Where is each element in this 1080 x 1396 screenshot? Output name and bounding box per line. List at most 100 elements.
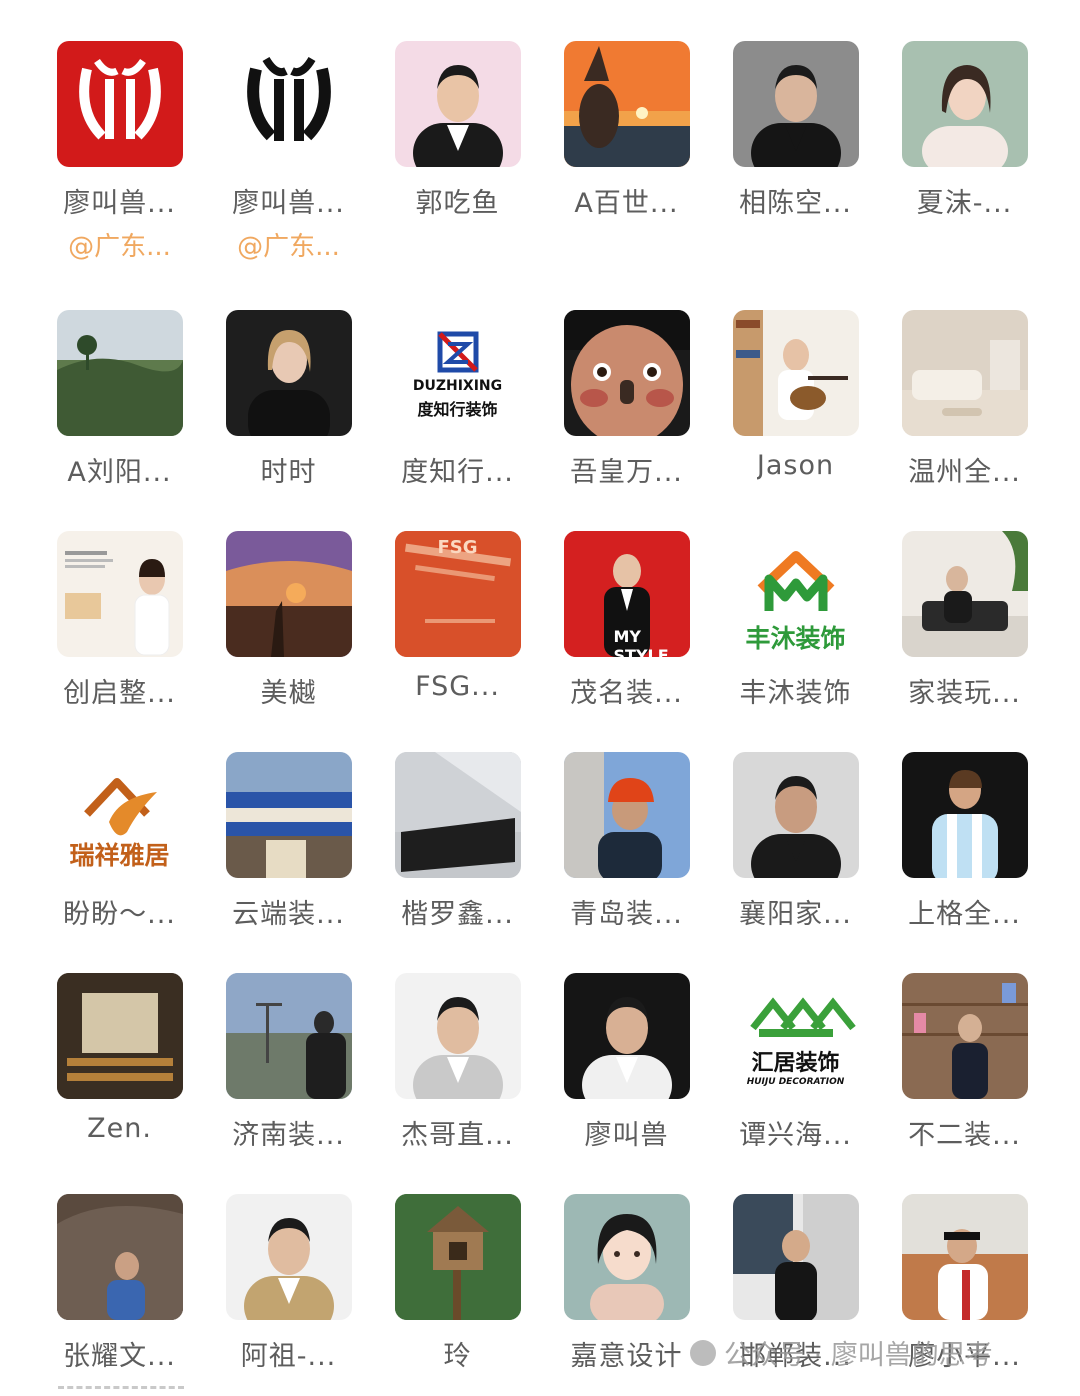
member-item[interactable]: 丰沐装饰 丰沐装饰 bbox=[711, 531, 880, 710]
watermark: 公众号 · 廖叫兽的思考 bbox=[690, 1333, 993, 1372]
member-item[interactable]: 廖叫兽... @广东... bbox=[35, 41, 204, 263]
member-item[interactable]: A百世... bbox=[542, 41, 711, 220]
member-item[interactable]: 夏沫-... bbox=[880, 41, 1049, 220]
member-item[interactable]: 温州全... bbox=[880, 310, 1049, 489]
interior-hall-icon[interactable] bbox=[56, 973, 183, 1099]
member-name: 时时 bbox=[260, 457, 317, 488]
member-item[interactable]: 上格全... bbox=[880, 752, 1049, 931]
member-item[interactable]: 郭吃鱼 bbox=[373, 41, 542, 220]
child-face-icon[interactable] bbox=[563, 310, 690, 436]
member-item[interactable]: 廖叫兽 bbox=[542, 973, 711, 1152]
member-item[interactable]: 张耀文... bbox=[35, 1194, 204, 1373]
anime-girl-icon[interactable] bbox=[563, 1194, 690, 1320]
member-name: 青岛装... bbox=[570, 899, 683, 930]
treehouse-icon[interactable] bbox=[394, 1194, 521, 1320]
hardhat-man-icon[interactable] bbox=[563, 752, 690, 878]
member-name: Jason bbox=[756, 450, 835, 481]
member-name: 嘉意设计 bbox=[570, 1341, 683, 1372]
duzhixing-logo-icon[interactable]: DUZHIXING 度知行装饰 bbox=[394, 310, 521, 436]
sunset-hand-icon[interactable] bbox=[225, 531, 352, 657]
member-name: 云端装... bbox=[232, 899, 345, 930]
member-item[interactable]: 青岛装... bbox=[542, 752, 711, 931]
member-item[interactable]: 嘉意设计 bbox=[542, 1194, 711, 1373]
member-name: 盼盼～... bbox=[63, 899, 176, 930]
reception-desk-icon[interactable] bbox=[394, 752, 521, 878]
elephant-photo-icon[interactable] bbox=[56, 1194, 183, 1320]
football-player-icon[interactable] bbox=[901, 752, 1028, 878]
member-item[interactable]: 瑞祥雅居盼盼～... bbox=[35, 752, 204, 931]
member-item[interactable]: HUIJU DECORATION 汇居装饰 谭兴海... bbox=[711, 973, 880, 1152]
portrait-dark-icon[interactable] bbox=[732, 41, 859, 167]
member-item[interactable]: DUZHIXING 度知行装饰度知行... bbox=[373, 310, 542, 489]
member-item[interactable]: Jason bbox=[711, 310, 880, 481]
member-item[interactable]: 济南装... bbox=[204, 973, 373, 1152]
member-name: A刘阳... bbox=[67, 457, 172, 488]
member-name: 楷罗鑫... bbox=[401, 899, 514, 930]
logo-red-icon[interactable] bbox=[56, 41, 183, 167]
member-item[interactable]: 阿祖-... bbox=[204, 1194, 373, 1373]
logo-black-icon[interactable] bbox=[225, 41, 352, 167]
member-name: A百世... bbox=[574, 188, 679, 219]
speaker-man-icon[interactable] bbox=[563, 973, 690, 1099]
member-name: 度知行... bbox=[401, 457, 514, 488]
pointing-man-icon[interactable] bbox=[394, 973, 521, 1099]
avatar-logo-text-cn: 汇居装饰 bbox=[751, 1051, 840, 1076]
member-subname: @广东... bbox=[68, 232, 171, 262]
member-name: 玲 bbox=[443, 1341, 472, 1372]
mystyle-poster-icon[interactable]: MY STYLE bbox=[563, 531, 690, 657]
member-name: 相陈空... bbox=[739, 188, 852, 219]
member-item[interactable]: 楷罗鑫... bbox=[373, 752, 542, 931]
member-name: 家装玩... bbox=[908, 678, 1021, 709]
member-item[interactable]: 云端装... bbox=[204, 752, 373, 931]
storefront-icon[interactable] bbox=[225, 752, 352, 878]
portrait-woman-icon[interactable] bbox=[901, 41, 1028, 167]
ruixiang-logo-icon[interactable]: 瑞祥雅居 bbox=[56, 752, 183, 878]
member-grid: 廖叫兽... @广东... 廖叫兽... @广东... 郭吃鱼 A百世... 相陈空… bbox=[0, 0, 1080, 1395]
member-item[interactable]: 创启整... bbox=[35, 531, 204, 710]
member-item[interactable]: 家装玩... bbox=[880, 531, 1049, 710]
member-item[interactable]: 相陈空... bbox=[711, 41, 880, 220]
member-item[interactable]: Zen. bbox=[35, 973, 204, 1144]
mic-man-icon[interactable] bbox=[901, 1194, 1028, 1320]
member-name: Zen. bbox=[87, 1113, 152, 1144]
portrait-suit-icon[interactable] bbox=[394, 41, 521, 167]
living-room-icon[interactable] bbox=[901, 310, 1028, 436]
portrait-woman-dark-icon[interactable] bbox=[225, 310, 352, 436]
city-view-icon[interactable] bbox=[225, 973, 352, 1099]
huiju-logo-icon[interactable]: HUIJU DECORATION 汇居装饰 bbox=[732, 973, 859, 1099]
member-item[interactable]: 襄阳家... bbox=[711, 752, 880, 931]
office-sofa-icon[interactable] bbox=[901, 531, 1028, 657]
member-name: 创启整... bbox=[63, 678, 176, 709]
member-subname: @广东... bbox=[237, 232, 340, 262]
portrait-man-icon[interactable] bbox=[732, 752, 859, 878]
member-name: 廖叫兽... bbox=[232, 188, 345, 219]
member-item[interactable]: MY STYLE 茂名装... bbox=[542, 531, 711, 710]
member-item[interactable]: 玲 bbox=[373, 1194, 542, 1373]
poster-woman-icon[interactable] bbox=[56, 531, 183, 657]
guitar-photo-icon[interactable] bbox=[732, 310, 859, 436]
member-item[interactable]: 不二装... bbox=[880, 973, 1049, 1152]
member-item[interactable]: 时时 bbox=[204, 310, 373, 489]
member-name: 上格全... bbox=[908, 899, 1021, 930]
fengmu-logo-icon[interactable]: 丰沐装饰 bbox=[732, 531, 859, 657]
fsg-wall-icon[interactable]: FSG bbox=[394, 531, 521, 657]
member-item[interactable]: A刘阳... bbox=[35, 310, 204, 489]
avatar-logo-text-en: FSG bbox=[437, 537, 478, 558]
jacket-man-icon[interactable] bbox=[225, 1194, 352, 1320]
member-name: 温州全... bbox=[908, 457, 1021, 488]
landscape-icon[interactable] bbox=[56, 310, 183, 436]
member-item[interactable]: 吾皇万... bbox=[542, 310, 711, 489]
member-item[interactable]: 美樾 bbox=[204, 531, 373, 710]
member-item[interactable]: FSG FSG... bbox=[373, 531, 542, 702]
portrait-door-icon[interactable] bbox=[732, 1194, 859, 1320]
member-name: 襄阳家... bbox=[739, 899, 852, 930]
member-name: 郭吃鱼 bbox=[415, 188, 500, 219]
member-name: 夏沫-... bbox=[916, 188, 1013, 219]
avatar-logo-text-cn: 度知行装饰 bbox=[417, 400, 498, 419]
shelf-man-icon[interactable] bbox=[901, 973, 1028, 1099]
member-item[interactable]: 廖叫兽... @广东... bbox=[204, 41, 373, 263]
member-item[interactable]: 杰哥直... bbox=[373, 973, 542, 1152]
watermark-text: 公众号 · 廖叫兽的思考 bbox=[724, 1340, 993, 1371]
sunset-photo-icon[interactable] bbox=[563, 41, 690, 167]
member-name: 阿祖-... bbox=[240, 1341, 337, 1372]
